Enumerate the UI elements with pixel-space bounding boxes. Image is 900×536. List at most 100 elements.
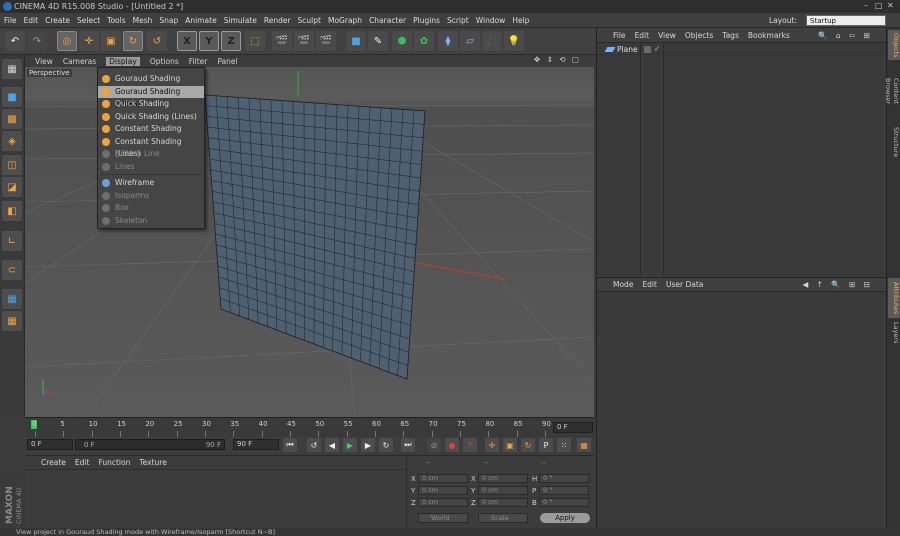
size-x-field[interactable]: 0 cm: [478, 474, 528, 483]
tab-content-browser[interactable]: Content Browser: [884, 64, 900, 118]
workplane-mode-icon[interactable]: ◈: [2, 131, 22, 151]
viewport-nav-icons[interactable]: ✥ ⇕ ⟲ ▢: [534, 55, 581, 64]
deformer-bend-icon[interactable]: ⧫: [438, 31, 458, 51]
planar-workplane-icon[interactable]: ▦: [2, 311, 22, 331]
menu-script[interactable]: Script: [447, 16, 469, 25]
undo-button[interactable]: ↶: [5, 31, 25, 51]
previous-key-icon[interactable]: ↺: [307, 438, 321, 452]
material-menu-function[interactable]: Function: [98, 458, 130, 467]
x-axis-lock-button[interactable]: X: [177, 31, 197, 51]
display-menu-item[interactable]: Lines: [98, 161, 204, 173]
viewport-menu-cameras[interactable]: Cameras: [63, 57, 96, 66]
model-mode-icon[interactable]: ■: [2, 87, 22, 107]
display-menu-item[interactable]: Hidden Line: [98, 148, 204, 160]
world-select[interactable]: World: [418, 513, 468, 523]
key-parameter-icon[interactable]: P: [539, 438, 553, 452]
previous-frame-icon[interactable]: ◀: [325, 438, 339, 452]
z-axis-lock-button[interactable]: Z: [221, 31, 241, 51]
display-menu-item[interactable]: Wireframe: [98, 177, 204, 189]
size-y-field[interactable]: 0 cm: [478, 486, 528, 495]
apply-button[interactable]: Apply: [540, 513, 590, 523]
key-pla-icon[interactable]: ⁙: [557, 438, 571, 452]
menu-edit[interactable]: Edit: [24, 16, 39, 25]
frame-range-slider[interactable]: 0 F 90 F: [75, 439, 225, 450]
render-picture-viewer-icon[interactable]: 🎬: [294, 31, 314, 51]
viewport-menu-filter[interactable]: Filter: [189, 57, 208, 66]
menu-help[interactable]: Help: [512, 16, 529, 25]
workplane-lock-icon[interactable]: ▦: [2, 289, 22, 309]
menu-window[interactable]: Window: [476, 16, 506, 25]
axis-mode-icon[interactable]: ∟: [2, 231, 22, 251]
viewport-menu-display[interactable]: Display: [106, 56, 140, 66]
cube-icon[interactable]: ■: [346, 31, 366, 51]
pos-x-field[interactable]: 0 cm: [418, 474, 468, 483]
polygons-mode-icon[interactable]: ◧: [2, 201, 22, 221]
move-icon[interactable]: ✛: [79, 31, 99, 51]
display-menu-item[interactable]: Box: [98, 202, 204, 214]
play-forward-icon[interactable]: ▶: [343, 438, 357, 452]
material-menu-create[interactable]: Create: [41, 458, 66, 467]
redo-button[interactable]: ↷: [27, 31, 47, 51]
next-key-icon[interactable]: ↻: [379, 438, 393, 452]
maximize-icon[interactable]: □: [875, 2, 883, 10]
coordinate-system-icon[interactable]: ⬚: [245, 31, 265, 51]
object-menu-objects[interactable]: Objects: [685, 31, 713, 40]
menu-animate[interactable]: Animate: [185, 16, 216, 25]
timeline-window-icon[interactable]: ▦: [577, 438, 591, 452]
object-menu-edit[interactable]: Edit: [635, 31, 650, 40]
object-menu-tags[interactable]: Tags: [722, 31, 739, 40]
menu-mograph[interactable]: MoGraph: [328, 16, 362, 25]
display-menu-item[interactable]: Skeleton: [98, 215, 204, 227]
timeline-ruler[interactable]: 0 5 10 15 20 25 30 35 40 45 50 55 60 65 70 75 80 85 90 0 F: [25, 417, 594, 437]
viewport-menu-view[interactable]: View: [35, 57, 53, 66]
menu-select[interactable]: Select: [77, 16, 100, 25]
material-menu-texture[interactable]: Texture: [139, 458, 166, 467]
close-icon[interactable]: ✕: [887, 2, 895, 10]
menu-simulate[interactable]: Simulate: [224, 16, 257, 25]
rot-p-field[interactable]: 0 °: [539, 486, 589, 495]
scale-select[interactable]: Scale: [478, 513, 528, 523]
render-settings-icon[interactable]: 🎬: [316, 31, 336, 51]
live-selection-icon[interactable]: ◎: [57, 31, 77, 51]
rotate-icon[interactable]: ↻: [123, 31, 143, 51]
end-frame-field[interactable]: 90 F: [233, 439, 279, 450]
viewport-menu-options[interactable]: Options: [150, 57, 179, 66]
size-z-field[interactable]: 0 cm: [478, 498, 528, 507]
tab-layers[interactable]: Layers: [888, 321, 900, 345]
record-keys-icon[interactable]: ⊘: [427, 438, 441, 452]
menu-plugins[interactable]: Plugins: [413, 16, 440, 25]
display-menu-item[interactable]: Quick Shading: [98, 98, 204, 110]
display-menu-item[interactable]: Gouraud Shading (Lines): [98, 85, 204, 108]
attribute-nav-icons[interactable]: ◀ ↑ 🔍 ⊞ ⊟: [803, 280, 874, 289]
light-icon[interactable]: 💡: [504, 31, 524, 51]
visibility-check-icon[interactable]: ✓: [654, 44, 660, 53]
display-menu-item[interactable]: Constant Shading: [98, 123, 204, 135]
tab-structure[interactable]: Structure: [888, 124, 900, 160]
menu-snap[interactable]: Snap: [159, 16, 178, 25]
menu-character[interactable]: Character: [369, 16, 406, 25]
menu-create[interactable]: Create: [45, 16, 70, 25]
pos-z-field[interactable]: 0 cm: [418, 498, 468, 507]
key-rotation-icon[interactable]: ↻: [521, 438, 535, 452]
points-mode-icon[interactable]: ◫: [2, 155, 22, 175]
next-frame-icon[interactable]: ▶: [361, 438, 375, 452]
layout-select[interactable]: Startup: [806, 15, 886, 26]
layer-icon[interactable]: [644, 46, 651, 53]
attribute-menu-mode[interactable]: Mode: [613, 280, 633, 289]
display-menu-item[interactable]: Constant Shading (Lines): [98, 136, 204, 158]
display-menu-item[interactable]: Isoparms: [98, 190, 204, 202]
render-view-icon[interactable]: 🎬: [272, 31, 292, 51]
menu-sculpt[interactable]: Sculpt: [298, 16, 321, 25]
menu-tools[interactable]: Tools: [107, 16, 125, 25]
keyframe-selection-icon[interactable]: ?: [463, 438, 477, 452]
floor-icon[interactable]: ▱: [460, 31, 480, 51]
rot-h-field[interactable]: 0 °: [539, 474, 589, 483]
tab-objects[interactable]: Objects: [888, 30, 900, 60]
display-menu-item[interactable]: Quick Shading (Lines): [98, 111, 204, 123]
menu-render[interactable]: Render: [264, 16, 291, 25]
scale-icon[interactable]: ▣: [101, 31, 121, 51]
minimize-icon[interactable]: –: [864, 2, 872, 10]
camera-icon[interactable]: 🎥: [482, 31, 502, 51]
recent-tool-icon[interactable]: ↺: [147, 31, 167, 51]
start-frame-field[interactable]: 0 F: [27, 439, 73, 450]
